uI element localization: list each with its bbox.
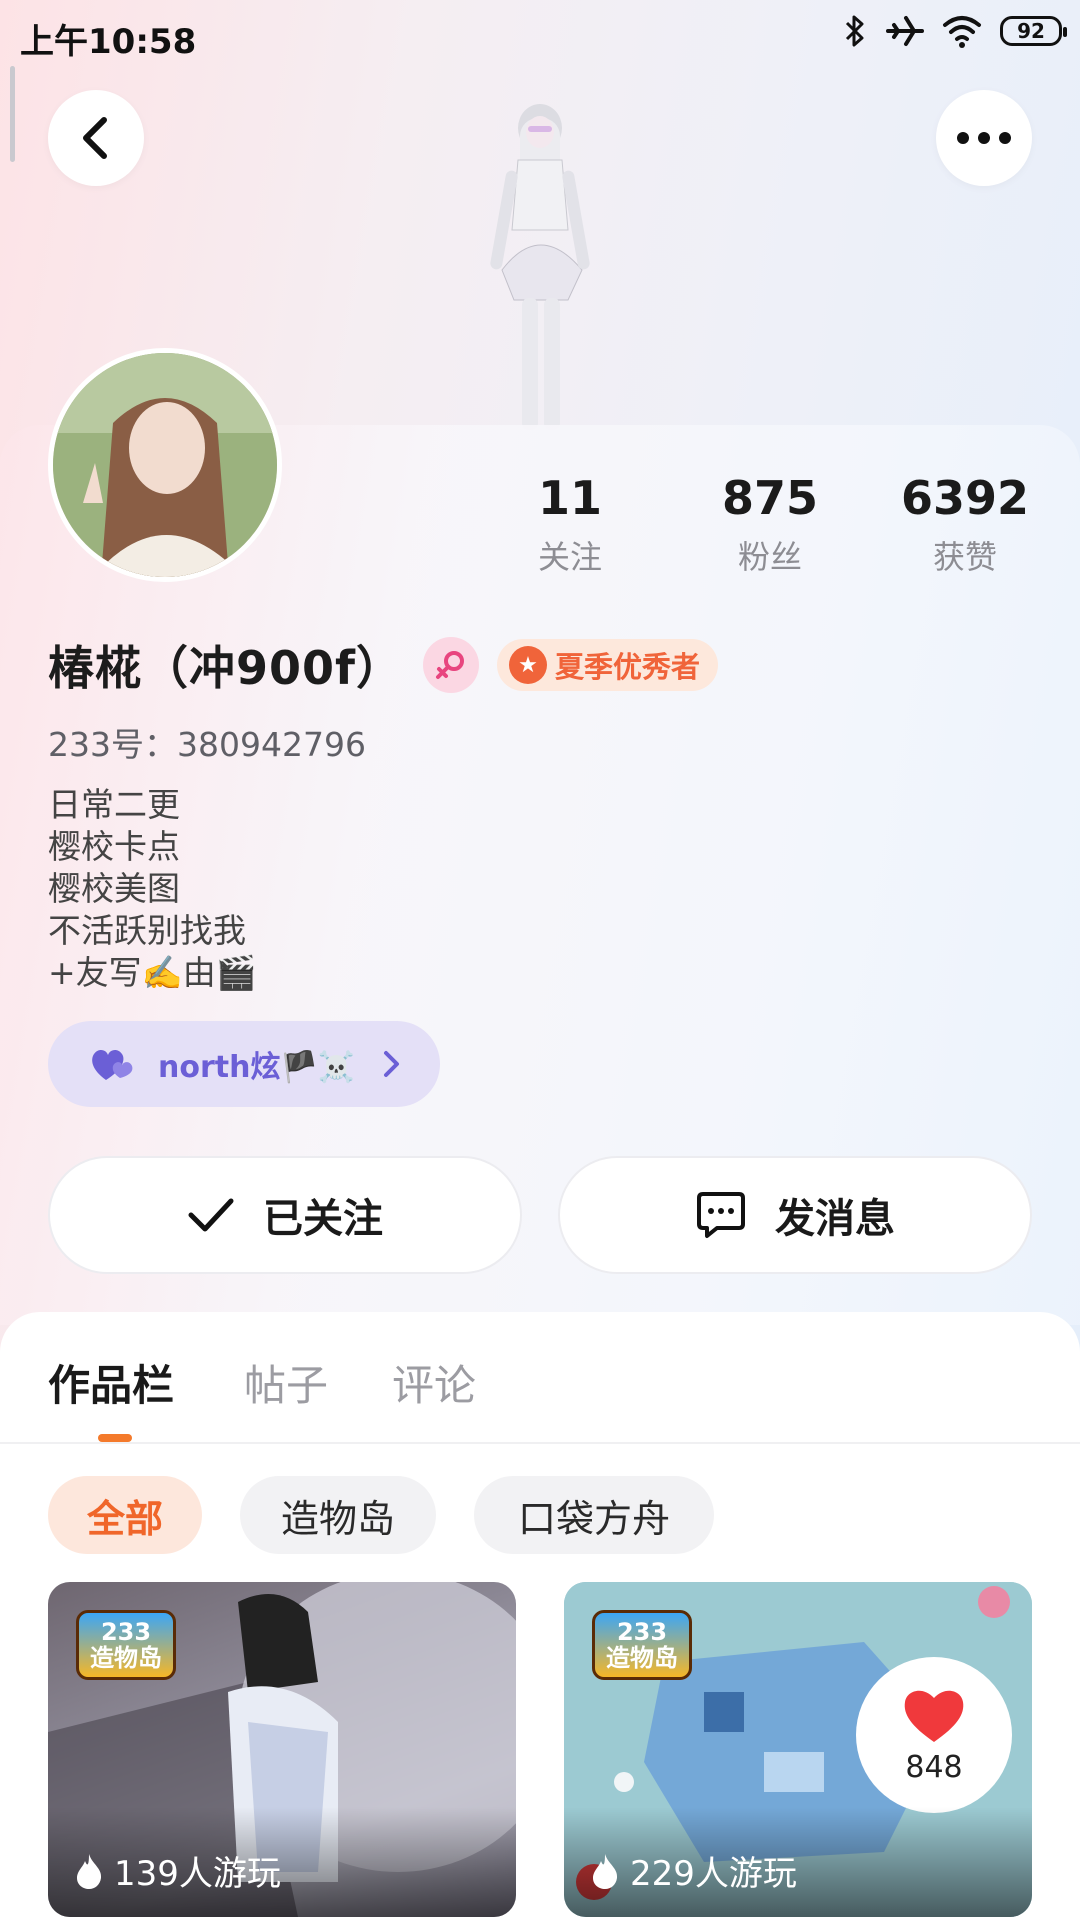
gender-badge: [423, 637, 480, 693]
like-count: 848: [905, 1749, 963, 1785]
game-logo-line1: 233: [100, 1618, 152, 1646]
female-icon: [436, 651, 465, 679]
stat-value: 6392: [900, 471, 1030, 525]
avatar[interactable]: [48, 348, 282, 582]
battery-indicator: 92: [1000, 16, 1067, 46]
filter-chip-island[interactable]: 造物岛: [240, 1476, 436, 1554]
filter-chip-ark[interactable]: 口袋方舟: [474, 1476, 714, 1554]
more-button[interactable]: [936, 90, 1032, 186]
honor-star-icon: ★: [509, 646, 548, 684]
game-logo-line1: 233: [616, 1618, 668, 1646]
bio: 日常二更 樱校卡点 樱校美图 不活跃别找我 +友写✍️由🎬: [48, 784, 257, 994]
game-logo-line2: 造物岛: [90, 1644, 162, 1672]
checkmark-icon: [188, 1198, 234, 1232]
flame-icon: [593, 1853, 618, 1889]
avatar-figure-image: [490, 104, 590, 430]
status-icons: 92: [842, 14, 1067, 48]
followed-button[interactable]: 已关注: [48, 1156, 522, 1274]
honor-badge-label: 夏季优秀者: [555, 650, 701, 684]
followed-button-label: 已关注: [263, 1196, 383, 1242]
flame-icon: [77, 1853, 102, 1889]
back-button[interactable]: [48, 90, 144, 186]
card-meta: 229人游玩: [590, 1846, 797, 1895]
honor-badge[interactable]: ★ 夏季优秀者: [497, 639, 719, 691]
players-count: 229人游玩: [630, 1854, 797, 1894]
tab-posts[interactable]: 帖子: [244, 1352, 328, 1413]
game-logo-line2: 造物岛: [606, 1644, 678, 1672]
game-logo: 233 造物岛: [76, 1610, 176, 1680]
bluetooth-icon: [845, 15, 864, 47]
send-message-button-label: 发消息: [775, 1196, 895, 1242]
stat-label: 粉丝: [737, 538, 802, 576]
send-message-button[interactable]: 发消息: [558, 1156, 1032, 1274]
game-card[interactable]: 233 造物岛 848 229人游玩: [564, 1582, 1032, 1917]
bio-line: 不活跃别找我: [48, 911, 246, 950]
stat-followers[interactable]: 875 粉丝: [690, 470, 850, 578]
players-count: 139人游玩: [114, 1854, 281, 1894]
wifi-icon: [943, 16, 981, 48]
filter-chip-all[interactable]: 全部: [48, 1476, 202, 1554]
fan-group-button[interactable]: north炫🏴☠️: [48, 1021, 440, 1107]
status-bar: 上午10:58 92: [0, 0, 1080, 72]
scroll-indicator: [10, 66, 15, 162]
stat-value: 875: [721, 471, 819, 525]
airplane-mode-icon: [886, 16, 924, 46]
content-section: 作品栏 帖子 评论 全部 造物岛 口袋方舟 233 造物岛 139人游玩 233…: [0, 1312, 1080, 1920]
stat-label: 关注: [537, 538, 602, 576]
stat-label: 获赞: [932, 538, 997, 576]
bio-line: 日常二更: [48, 785, 180, 824]
game-card[interactable]: 233 造物岛 139人游玩: [48, 1582, 516, 1917]
chat-bubble-icon: [697, 1192, 745, 1238]
profile-page: 上午10:58 92 11 关注 875 粉丝 6392 获赞 椿椛（冲900f…: [0, 0, 1080, 1920]
profile-stats: 11 关注 875 粉丝 6392 获赞: [490, 470, 1050, 580]
username: 椿椛（冲900f）: [48, 641, 404, 695]
stat-value: 11: [537, 471, 602, 525]
heart-icon: [904, 1690, 964, 1742]
chevron-right-icon: [384, 1051, 399, 1077]
chevron-left-icon: [83, 117, 107, 159]
fan-group-label: north炫🏴☠️: [158, 1050, 356, 1085]
status-time: 上午10:58: [20, 22, 197, 62]
stat-following[interactable]: 11 关注: [490, 470, 650, 578]
tab-works[interactable]: 作品栏: [48, 1352, 174, 1413]
avatar-photo: [53, 353, 277, 577]
double-heart-icon: [92, 1049, 133, 1080]
name-row: 椿椛（冲900f） ★ 夏季优秀者: [48, 633, 719, 697]
bio-line: 樱校美图: [48, 869, 180, 908]
bio-line: 樱校卡点: [48, 827, 180, 866]
user-id: 233号：380942796: [48, 725, 366, 764]
tab-comments[interactable]: 评论: [392, 1352, 476, 1413]
card-meta: 139人游玩: [74, 1846, 281, 1895]
stat-likes[interactable]: 6392 获赞: [885, 470, 1045, 578]
like-button[interactable]: 848: [856, 1657, 1012, 1813]
content-tabs: 作品栏 帖子 评论: [0, 1312, 1080, 1444]
active-tab-indicator: [98, 1434, 132, 1442]
game-logo: 233 造物岛: [592, 1610, 692, 1680]
more-dots-icon: [957, 132, 1011, 144]
bio-line: +友写✍️由🎬: [48, 953, 257, 992]
